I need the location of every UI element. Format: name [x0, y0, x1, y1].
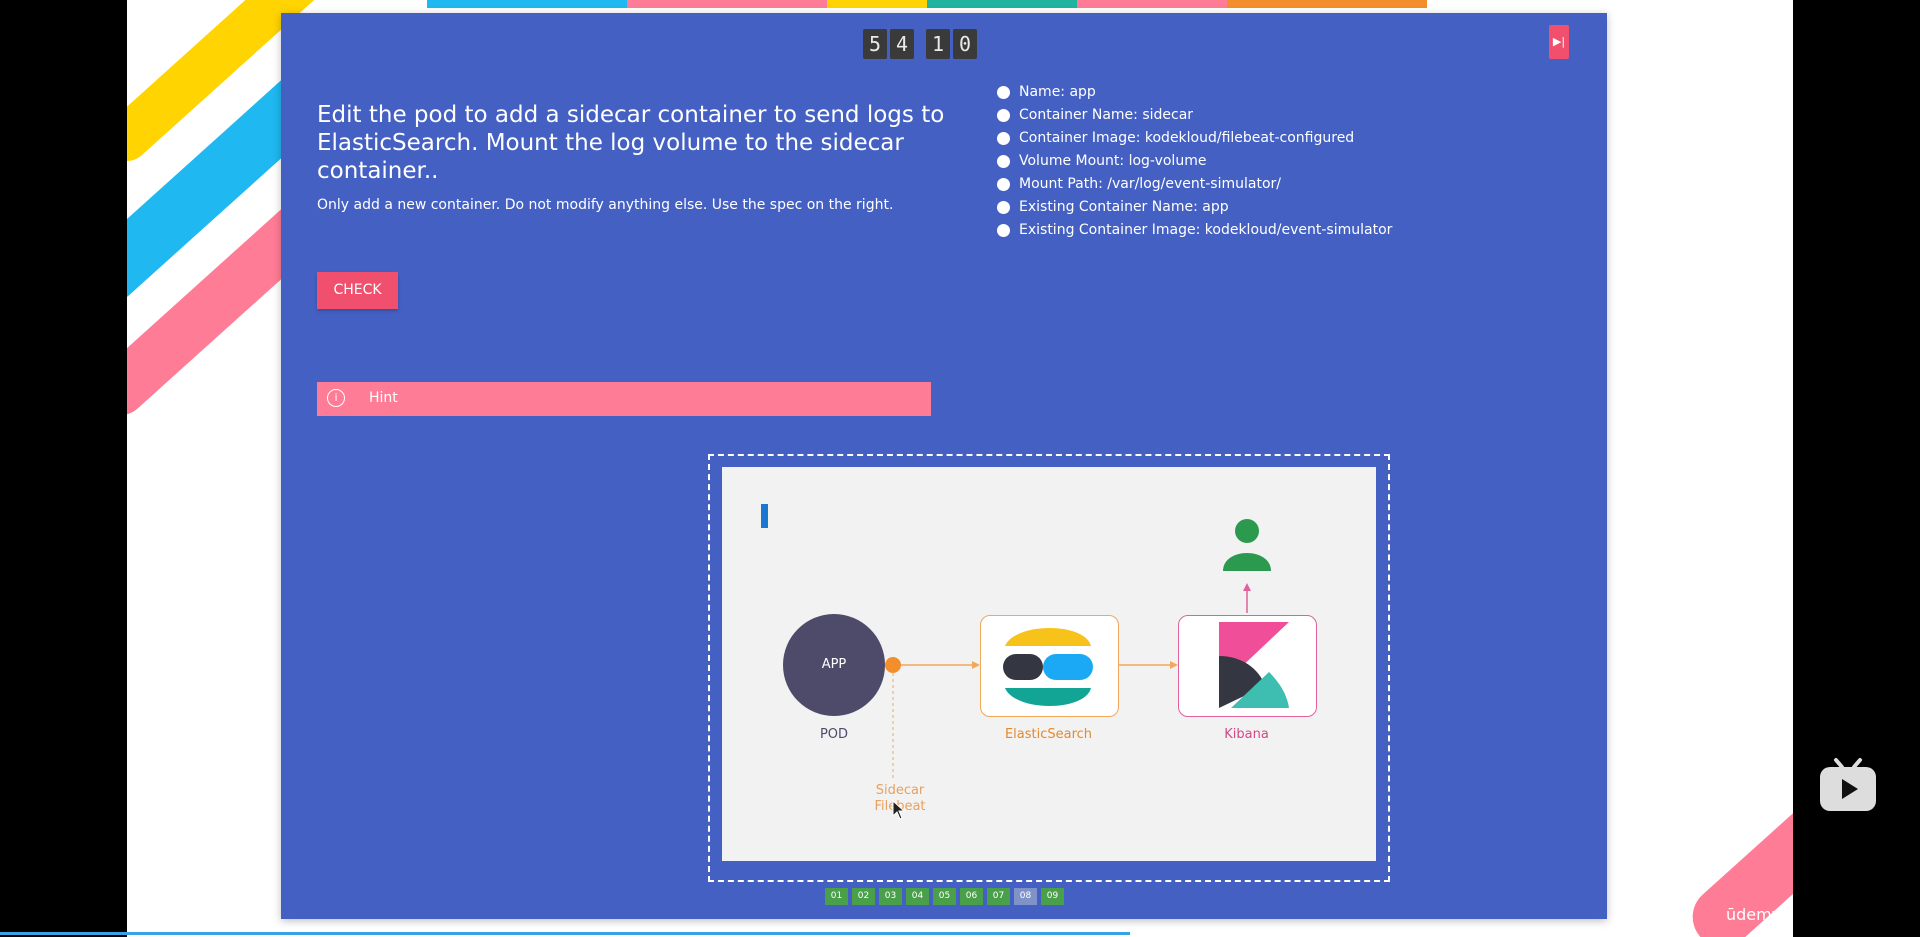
pod-label: POD — [819, 727, 849, 742]
pager-item[interactable]: 02 — [852, 888, 875, 905]
bullet-icon — [997, 155, 1010, 168]
bullet-icon — [997, 178, 1010, 191]
udemy-watermark: ūdemy — [1726, 905, 1782, 924]
pager-item[interactable]: 03 — [879, 888, 902, 905]
skip-icon: ▶| — [1552, 35, 1566, 48]
check-button[interactable]: CHECK — [317, 272, 398, 309]
diagram-slide: APP POD ElasticSearch Kibana Sidecar Fil… — [722, 467, 1376, 861]
pager-item[interactable]: 04 — [906, 888, 929, 905]
spec-text: Container Image: kodekloud/filebeat-conf… — [1019, 130, 1355, 146]
user-icon — [1223, 519, 1271, 571]
elasticsearch-label: ElasticSearch — [1004, 727, 1093, 742]
spec-item: Existing Container Image: kodekloud/even… — [997, 219, 1392, 242]
timer-digit: 1 — [926, 29, 950, 59]
lab-panel: 5 4 1 0 ▶| Edit the pod to add a sidecar… — [281, 13, 1607, 919]
pager-item[interactable]: 05 — [933, 888, 956, 905]
kibana-label: Kibana — [1224, 727, 1269, 742]
bilibili-play-icon[interactable] — [1818, 754, 1878, 814]
spec-text: Existing Container Image: kodekloud/even… — [1019, 222, 1393, 238]
spec-item: Container Image: kodekloud/filebeat-conf… — [997, 127, 1392, 150]
bullet-icon — [997, 109, 1010, 122]
spec-text: Name: app — [1019, 84, 1096, 100]
timer-digit: 4 — [890, 29, 914, 59]
question-title: Edit the pod to add a sidecar container … — [317, 102, 945, 184]
countdown-timer: 5 4 1 0 — [863, 29, 977, 59]
pager-item[interactable]: 09 — [1041, 888, 1064, 905]
spec-list: Name: app Container Name: sidecar Contai… — [997, 81, 1392, 242]
hint-label: Hint — [369, 390, 398, 406]
pager-item[interactable]: 06 — [960, 888, 983, 905]
pager-item[interactable]: 07 — [987, 888, 1010, 905]
skip-button[interactable]: ▶| — [1549, 25, 1569, 59]
timer-digit: 0 — [953, 29, 977, 59]
spec-text: Mount Path: /var/log/event-simulator/ — [1019, 176, 1281, 192]
bullet-icon — [997, 132, 1010, 145]
slide-pager: 01 02 03 04 05 06 07 08 09 — [825, 888, 1064, 905]
spec-text: Existing Container Name: app — [1019, 199, 1229, 215]
video-progress-bar[interactable] — [0, 932, 1130, 935]
pager-item[interactable]: 01 — [825, 888, 848, 905]
spec-item: Volume Mount: log-volume — [997, 150, 1392, 173]
top-stripes — [427, 0, 1427, 8]
spec-text: Volume Mount: log-volume — [1019, 153, 1207, 169]
mouse-pointer-icon — [892, 800, 906, 820]
pager-item-active[interactable]: 08 — [1014, 888, 1037, 905]
app-node: APP — [783, 614, 885, 716]
bullet-icon — [997, 201, 1010, 214]
diagram-frame: APP POD ElasticSearch Kibana Sidecar Fil… — [708, 454, 1390, 882]
timer-digit: 5 — [863, 29, 887, 59]
hint-bar[interactable]: i Hint — [317, 382, 931, 416]
info-icon: i — [327, 389, 345, 407]
spec-item: Existing Container Name: app — [997, 196, 1392, 219]
spec-item: Name: app — [997, 81, 1392, 104]
bullet-icon — [997, 224, 1010, 237]
spec-item: Container Name: sidecar — [997, 104, 1392, 127]
question-subtitle: Only add a new container. Do not modify … — [317, 197, 894, 213]
spec-text: Container Name: sidecar — [1019, 107, 1194, 123]
spec-item: Mount Path: /var/log/event-simulator/ — [997, 173, 1392, 196]
sidecar-label-line1: Sidecar — [875, 783, 925, 798]
kibana-node — [1178, 615, 1317, 717]
video-frame: 5 4 1 0 ▶| Edit the pod to add a sidecar… — [127, 0, 1793, 937]
kibana-logo-icon — [1219, 622, 1289, 708]
elasticsearch-logo-icon — [1003, 628, 1093, 706]
bullet-icon — [997, 86, 1010, 99]
sidecar-node — [885, 657, 901, 673]
elasticsearch-node — [980, 615, 1119, 717]
